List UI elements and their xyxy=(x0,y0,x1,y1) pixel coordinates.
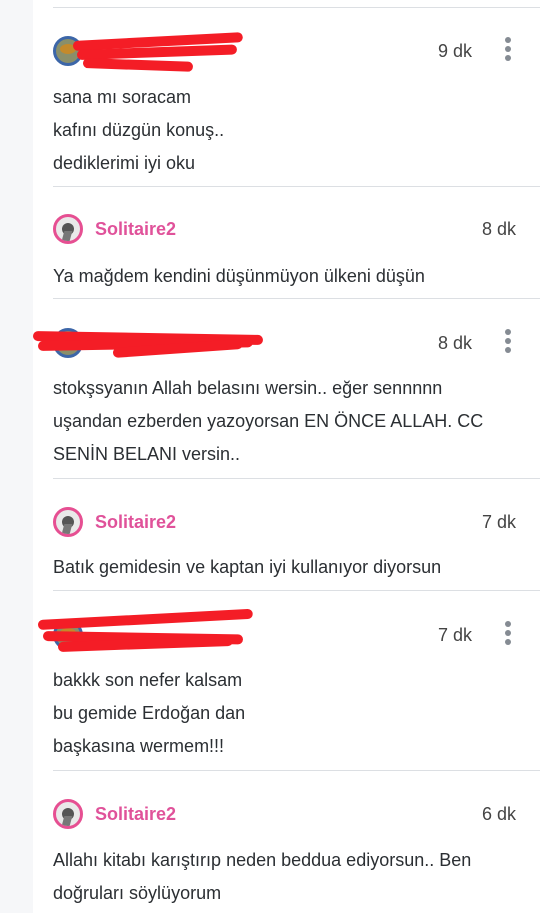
comment-text: stokşsyanın Allah belasını wersin.. eğer… xyxy=(53,378,484,464)
comment-item: Solitaire2 6 dk Allahı kitabı karıştırıp… xyxy=(33,771,540,913)
comment-feed: 9 dk sana mı soracam kafını düzgün konuş… xyxy=(32,0,540,913)
comment-time: 7 dk xyxy=(437,625,472,645)
comment-text: bakkk son nefer kalsam bu gemide Erdoğan… xyxy=(53,670,246,756)
comment-text: sana mı soracam kafını düzgün konuş.. de… xyxy=(53,87,225,173)
comment-time: 9 dk xyxy=(437,41,472,61)
comment-text: Ya mağdem kendini düşünmüyon ülkeni düşü… xyxy=(53,266,425,286)
comment-item: 9 dk sana mı soracam kafını düzgün konuş… xyxy=(33,8,540,187)
user-avatar-icon[interactable] xyxy=(53,507,83,537)
comment-item: Solitaire2 7 dk Batık gemidesin ve kapta… xyxy=(33,479,540,591)
user-avatar-icon[interactable] xyxy=(53,214,83,244)
comment-username[interactable]: Solitaire2 xyxy=(95,804,176,825)
comment-item: Solitaire2 8 dk Ya mağdem kendini düşünm… xyxy=(33,187,540,299)
comment-time: 6 dk xyxy=(481,804,516,824)
comment-header: 9 dk xyxy=(53,32,540,72)
comment-username[interactable]: Solitaire2 xyxy=(95,512,176,533)
comment-time: 8 dk xyxy=(437,333,472,353)
comment-header: Solitaire2 8 dk xyxy=(53,214,540,244)
comment-text: Batık gemidesin ve kaptan iyi kullanıyor… xyxy=(53,557,442,577)
comment-header: Solitaire2 7 dk xyxy=(53,507,540,537)
more-vertical-icon[interactable] xyxy=(505,621,511,645)
comment-header: 8 dk xyxy=(32,328,540,358)
comment-username[interactable]: Solitaire2 xyxy=(95,219,176,240)
comment-header: 7 dk xyxy=(37,608,540,652)
comment-header: Solitaire2 6 dk xyxy=(53,799,540,829)
comment-time: 7 dk xyxy=(481,512,516,532)
comment-item: 8 dk stokşsyanın Allah belasını wersin..… xyxy=(32,299,540,479)
more-vertical-icon[interactable] xyxy=(505,37,511,61)
comment-item: 7 dk bakkk son nefer kalsam bu gemide Er… xyxy=(33,591,540,771)
comment-text: Allahı kitabı karıştırıp neden beddua ed… xyxy=(53,850,472,903)
comment-time: 8 dk xyxy=(481,219,516,239)
more-vertical-icon[interactable] xyxy=(505,329,511,353)
user-avatar-icon[interactable] xyxy=(53,799,83,829)
